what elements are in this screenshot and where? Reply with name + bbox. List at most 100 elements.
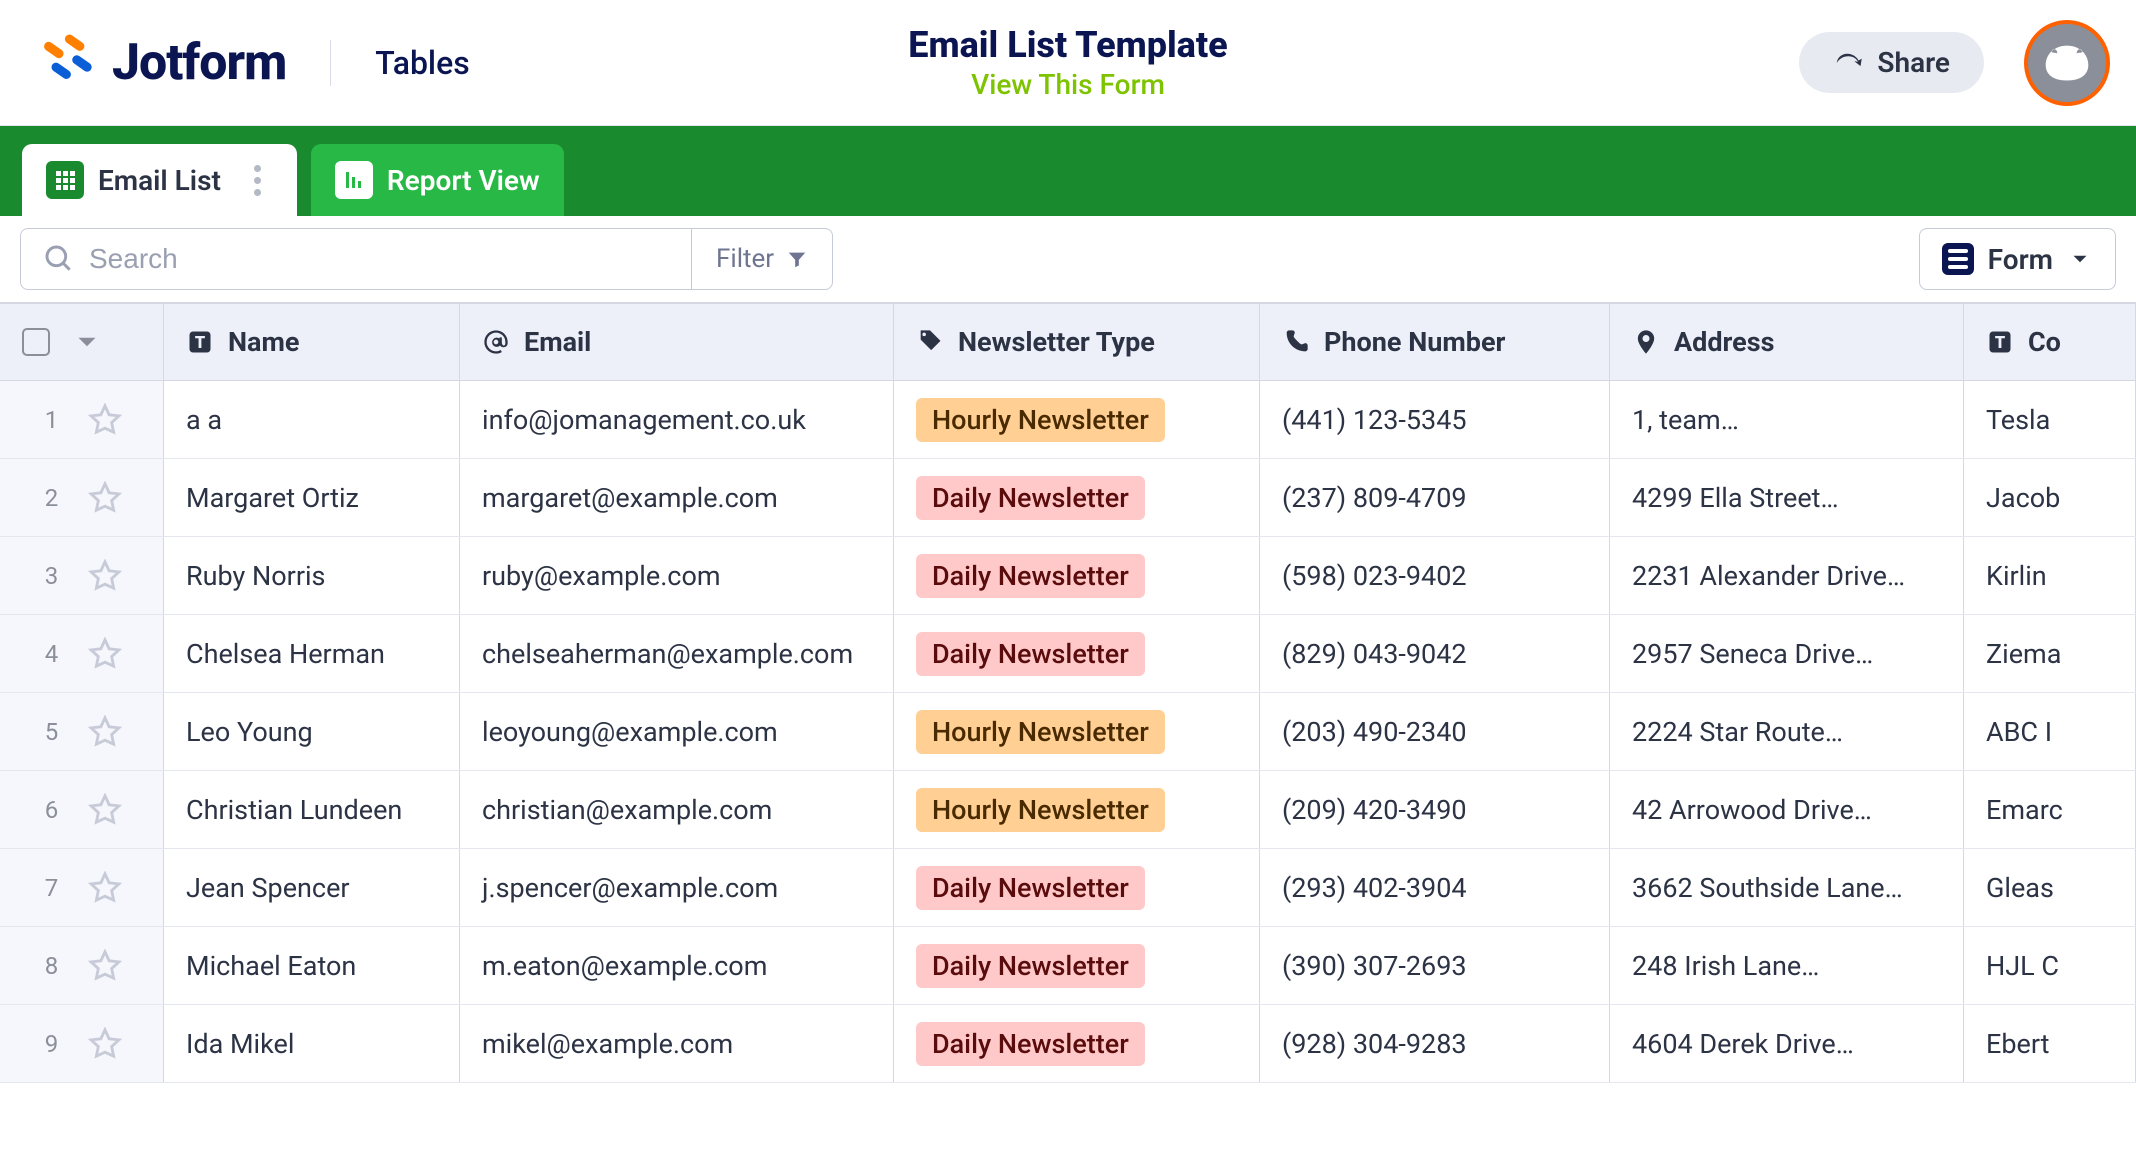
chevron-down-icon[interactable] [70, 325, 104, 359]
col-header-email[interactable]: Email [460, 304, 894, 380]
cell-name[interactable]: Michael Eaton [164, 927, 460, 1004]
cell-email[interactable]: chelseaherman@example.com [460, 615, 894, 692]
cell-type[interactable]: Daily Newsletter [894, 615, 1260, 692]
cell-address[interactable]: 2231 Alexander Drive… [1610, 537, 1964, 614]
cell-email[interactable]: m.eaton@example.com [460, 927, 894, 1004]
col-header-phone[interactable]: Phone Number [1260, 304, 1610, 380]
select-all-header[interactable] [0, 304, 164, 380]
star-icon[interactable] [88, 871, 122, 905]
logo[interactable]: Jotform Tables [40, 34, 470, 92]
cell-phone[interactable]: (598) 023-9402 [1260, 537, 1610, 614]
cell-address[interactable]: 42 Arrowood Drive… [1610, 771, 1964, 848]
cell-address[interactable]: 3662 Southside Lane… [1610, 849, 1964, 926]
cell-phone[interactable]: (441) 123-5345 [1260, 381, 1610, 458]
cell-company[interactable]: HJL C [1964, 927, 2136, 1004]
cell-email[interactable]: leoyoung@example.com [460, 693, 894, 770]
cell-name[interactable]: a a [164, 381, 460, 458]
cell-address[interactable]: 1, team… [1610, 381, 1964, 458]
tab-email-list[interactable]: Email List [22, 144, 297, 216]
row-gutter[interactable]: 8 [0, 927, 164, 1004]
cell-type[interactable]: Daily Newsletter [894, 927, 1260, 1004]
cell-email[interactable]: mikel@example.com [460, 1005, 894, 1082]
star-icon[interactable] [88, 559, 122, 593]
cell-phone[interactable]: (209) 420-3490 [1260, 771, 1610, 848]
cell-name[interactable]: Leo Young [164, 693, 460, 770]
star-icon[interactable] [88, 1027, 122, 1061]
avatar[interactable] [2024, 20, 2110, 106]
cell-phone[interactable]: (928) 304-9283 [1260, 1005, 1610, 1082]
table-row[interactable]: 9Ida Mikelmikel@example.comDaily Newslet… [0, 1005, 2136, 1083]
row-gutter[interactable]: 3 [0, 537, 164, 614]
cell-name[interactable]: Chelsea Herman [164, 615, 460, 692]
cell-email[interactable]: ruby@example.com [460, 537, 894, 614]
view-form-link[interactable]: View This Form [908, 68, 1227, 101]
cell-company[interactable]: ABC I [1964, 693, 2136, 770]
cell-company[interactable]: Tesla [1964, 381, 2136, 458]
cell-type[interactable]: Daily Newsletter [894, 459, 1260, 536]
cell-company[interactable]: Ziema [1964, 615, 2136, 692]
star-icon[interactable] [88, 793, 122, 827]
cell-name[interactable]: Ida Mikel [164, 1005, 460, 1082]
cell-name[interactable]: Ruby Norris [164, 537, 460, 614]
col-header-company[interactable]: T Co [1964, 304, 2136, 380]
cell-phone[interactable]: (203) 490-2340 [1260, 693, 1610, 770]
cell-phone[interactable]: (237) 809-4709 [1260, 459, 1610, 536]
cell-address[interactable]: 2224 Star Route… [1610, 693, 1964, 770]
tab-menu-icon[interactable] [243, 165, 273, 196]
row-gutter[interactable]: 5 [0, 693, 164, 770]
row-gutter[interactable]: 4 [0, 615, 164, 692]
cell-phone[interactable]: (829) 043-9042 [1260, 615, 1610, 692]
star-icon[interactable] [88, 481, 122, 515]
cell-name[interactable]: Christian Lundeen [164, 771, 460, 848]
row-gutter[interactable]: 1 [0, 381, 164, 458]
search-input-wrap[interactable] [20, 228, 692, 290]
row-gutter[interactable]: 9 [0, 1005, 164, 1082]
cell-type[interactable]: Hourly Newsletter [894, 693, 1260, 770]
table-row[interactable]: 4Chelsea Hermanchelseaherman@example.com… [0, 615, 2136, 693]
table-row[interactable]: 2Margaret Ortizmargaret@example.comDaily… [0, 459, 2136, 537]
table-row[interactable]: 8Michael Eatonm.eaton@example.comDaily N… [0, 927, 2136, 1005]
row-gutter[interactable]: 7 [0, 849, 164, 926]
select-all-checkbox[interactable] [22, 328, 50, 356]
row-gutter[interactable]: 6 [0, 771, 164, 848]
cell-company[interactable]: Gleas [1964, 849, 2136, 926]
cell-phone[interactable]: (293) 402-3904 [1260, 849, 1610, 926]
cell-email[interactable]: christian@example.com [460, 771, 894, 848]
star-icon[interactable] [88, 637, 122, 671]
cell-type[interactable]: Hourly Newsletter [894, 771, 1260, 848]
cell-name[interactable]: Jean Spencer [164, 849, 460, 926]
cell-email[interactable]: margaret@example.com [460, 459, 894, 536]
filter-button[interactable]: Filter [692, 228, 833, 290]
cell-company[interactable]: Emarc [1964, 771, 2136, 848]
cell-email[interactable]: j.spencer@example.com [460, 849, 894, 926]
cell-phone[interactable]: (390) 307-2693 [1260, 927, 1610, 1004]
tab-report-view[interactable]: Report View [311, 144, 564, 216]
share-button[interactable]: Share [1799, 32, 1984, 93]
cell-type[interactable]: Hourly Newsletter [894, 381, 1260, 458]
star-icon[interactable] [88, 715, 122, 749]
table-row[interactable]: 3Ruby Norrisruby@example.comDaily Newsle… [0, 537, 2136, 615]
table-row[interactable]: 5Leo Youngleoyoung@example.comHourly New… [0, 693, 2136, 771]
cell-type[interactable]: Daily Newsletter [894, 537, 1260, 614]
cell-company[interactable]: Ebert [1964, 1005, 2136, 1082]
star-icon[interactable] [88, 403, 122, 437]
cell-address[interactable]: 2957 Seneca Drive… [1610, 615, 1964, 692]
table-row[interactable]: 6Christian Lundeenchristian@example.comH… [0, 771, 2136, 849]
cell-company[interactable]: Jacob [1964, 459, 2136, 536]
cell-email[interactable]: info@jomanagement.co.uk [460, 381, 894, 458]
cell-address[interactable]: 248 Irish Lane… [1610, 927, 1964, 1004]
cell-address[interactable]: 4299 Ella Street… [1610, 459, 1964, 536]
cell-address[interactable]: 4604 Derek Drive… [1610, 1005, 1964, 1082]
search-input[interactable] [89, 243, 669, 275]
cell-company[interactable]: Kirlin [1964, 537, 2136, 614]
col-header-type[interactable]: Newsletter Type [894, 304, 1260, 380]
col-header-address[interactable]: Address [1610, 304, 1964, 380]
col-header-name[interactable]: T Name [164, 304, 460, 380]
row-gutter[interactable]: 2 [0, 459, 164, 536]
table-row[interactable]: 7Jean Spencerj.spencer@example.comDaily … [0, 849, 2136, 927]
cell-name[interactable]: Margaret Ortiz [164, 459, 460, 536]
cell-type[interactable]: Daily Newsletter [894, 1005, 1260, 1082]
form-button[interactable]: Form [1919, 228, 2116, 290]
cell-type[interactable]: Daily Newsletter [894, 849, 1260, 926]
star-icon[interactable] [88, 949, 122, 983]
